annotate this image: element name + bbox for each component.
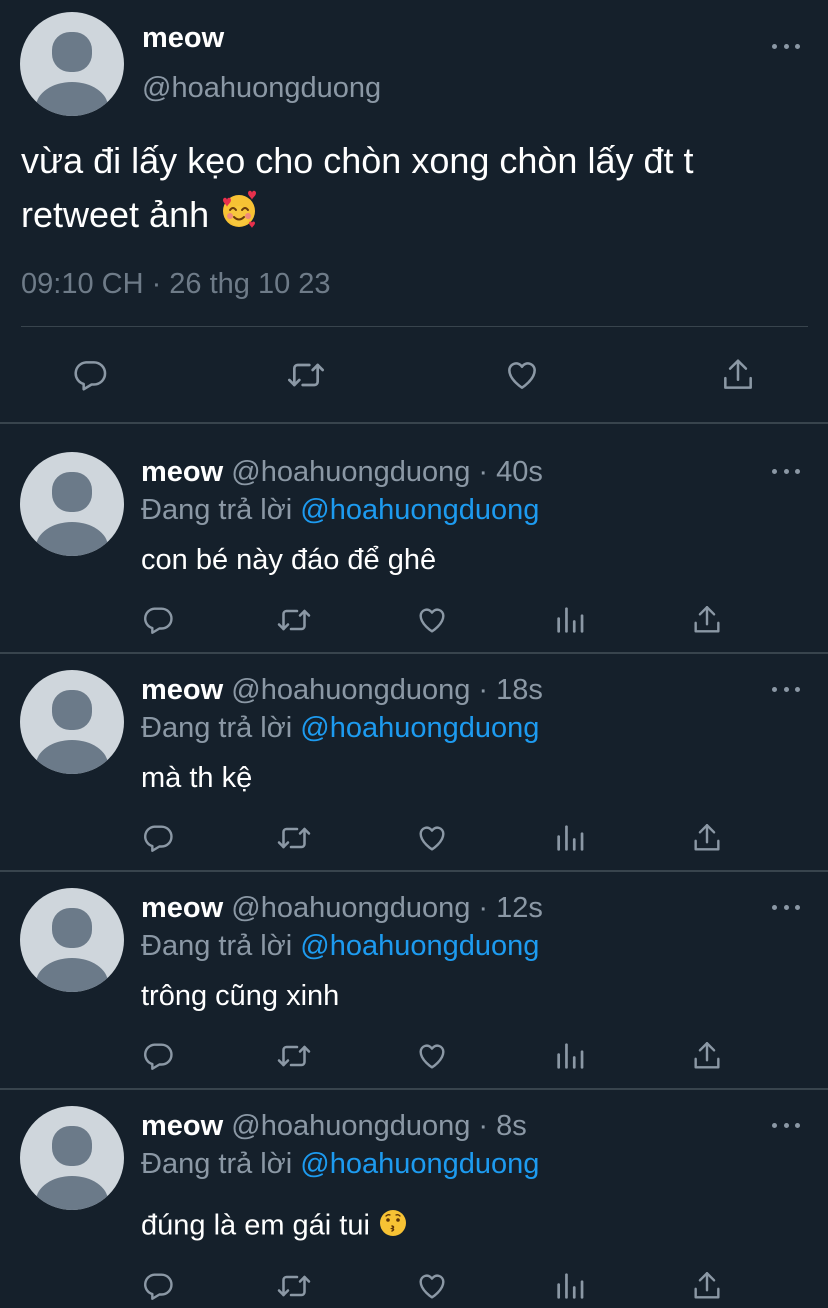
replying-to: Đang trả lời @hoahuongduong: [141, 494, 540, 526]
mention-link[interactable]: @hoahuongduong: [300, 494, 539, 526]
reply-text: mà th kệ: [141, 762, 253, 794]
more-icon[interactable]: [772, 901, 800, 913]
avatar[interactable]: [20, 12, 124, 116]
views-icon[interactable]: [548, 1034, 592, 1078]
retweet-icon[interactable]: [272, 1034, 316, 1078]
divider: [0, 652, 828, 654]
avatar-placeholder-icon: [52, 908, 92, 948]
tweet-time: · 8s: [478, 1110, 527, 1142]
display-name[interactable]: meow: [141, 674, 223, 706]
like-icon[interactable]: [410, 816, 454, 860]
tweet-text-line: retweet ảnh: [21, 194, 210, 235]
divider: [21, 326, 808, 327]
handle[interactable]: @hoahuongduong: [231, 456, 470, 488]
avatar-placeholder-icon: [52, 32, 92, 72]
avatar[interactable]: [20, 452, 124, 556]
mention-link[interactable]: @hoahuongduong: [300, 1148, 539, 1180]
replying-to: Đang trả lời @hoahuongduong: [141, 930, 540, 962]
mention-link[interactable]: @hoahuongduong: [300, 712, 539, 744]
like-icon[interactable]: [410, 598, 454, 642]
avatar-placeholder-icon: [52, 472, 92, 512]
tweet-text-line: vừa đi lấy kẹo cho chòn xong chòn lấy đt…: [21, 140, 694, 181]
reply-icon[interactable]: [136, 816, 180, 860]
views-icon[interactable]: [548, 1264, 592, 1308]
handle[interactable]: @hoahuongduong: [231, 674, 470, 706]
like-icon[interactable]: [410, 1034, 454, 1078]
handle[interactable]: @hoahuongduong: [142, 72, 381, 105]
share-icon[interactable]: [685, 816, 729, 860]
more-icon[interactable]: [772, 465, 800, 477]
retweet-icon[interactable]: [272, 598, 316, 642]
share-icon[interactable]: [716, 353, 760, 397]
display-name[interactable]: meow: [141, 892, 223, 924]
tweet-text: vừa đi lấy kẹo cho chòn xong chòn lấy đt…: [21, 134, 821, 245]
reply-icon[interactable]: [136, 1034, 180, 1078]
like-icon[interactable]: [410, 1264, 454, 1308]
views-icon[interactable]: [548, 816, 592, 860]
reply-text: đúng là em gái tui: [141, 1208, 408, 1246]
divider: [0, 422, 828, 424]
retweet-icon[interactable]: [284, 353, 328, 397]
more-icon[interactable]: [772, 40, 800, 52]
handle[interactable]: @hoahuongduong: [231, 892, 470, 924]
more-icon[interactable]: [772, 1119, 800, 1131]
tweet-time: · 12s: [478, 892, 543, 924]
tweet-time: · 40s: [478, 456, 543, 488]
views-icon[interactable]: [548, 598, 592, 642]
kissing-face-icon: [378, 1208, 408, 1246]
tweet-time: · 18s: [478, 674, 543, 706]
share-icon[interactable]: [685, 598, 729, 642]
display-name[interactable]: meow: [141, 1110, 223, 1142]
avatar[interactable]: [20, 670, 124, 774]
divider: [0, 870, 828, 872]
divider: [0, 1088, 828, 1090]
display-name[interactable]: meow: [142, 22, 224, 55]
avatar[interactable]: [20, 888, 124, 992]
avatar-placeholder-icon: [52, 690, 92, 730]
display-name[interactable]: meow: [141, 456, 223, 488]
mention-link[interactable]: @hoahuongduong: [300, 930, 539, 962]
retweet-icon[interactable]: [272, 1264, 316, 1308]
tweet-timestamp[interactable]: 09:10 CH · 26 thg 10 23: [21, 268, 331, 301]
avatar[interactable]: [20, 1106, 124, 1210]
reply-icon[interactable]: [68, 353, 112, 397]
replying-to: Đang trả lời @hoahuongduong: [141, 712, 540, 744]
reply-text: trông cũng xinh: [141, 980, 340, 1012]
smiling-face-with-hearts-icon: [219, 190, 259, 245]
reply-icon[interactable]: [136, 1264, 180, 1308]
reply-icon[interactable]: [136, 598, 180, 642]
share-icon[interactable]: [685, 1264, 729, 1308]
more-icon[interactable]: [772, 683, 800, 695]
retweet-icon[interactable]: [272, 816, 316, 860]
replying-to: Đang trả lời @hoahuongduong: [141, 1148, 540, 1180]
share-icon[interactable]: [685, 1034, 729, 1078]
avatar-placeholder-icon: [52, 1126, 92, 1166]
handle[interactable]: @hoahuongduong: [231, 1110, 470, 1142]
like-icon[interactable]: [500, 353, 544, 397]
reply-text: con bé này đáo để ghê: [141, 544, 437, 576]
